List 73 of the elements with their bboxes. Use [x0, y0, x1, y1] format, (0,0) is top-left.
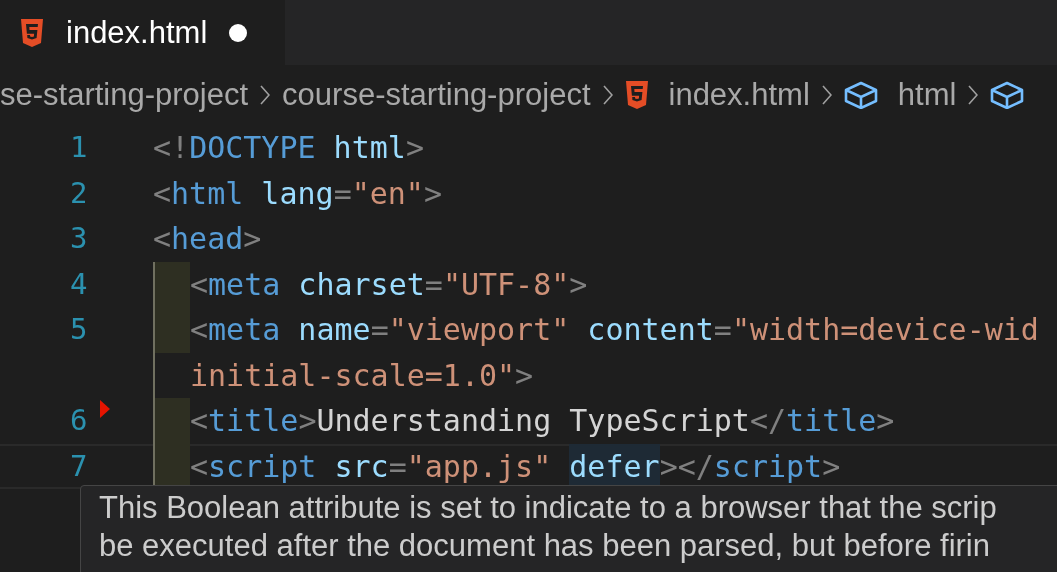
- code-punctuation: <: [190, 265, 209, 304]
- code-tag-name: title: [786, 402, 877, 440]
- indent-guide: [153, 261, 190, 307]
- code-attribute: content: [586, 311, 714, 349]
- code-attribute: charset: [297, 265, 425, 304]
- code-tag-name: title: [208, 402, 299, 440]
- code-punctuation: >: [423, 174, 442, 213]
- code-punctuation: >: [405, 129, 424, 167]
- line-number: 7: [70, 447, 88, 485]
- line-number: 1: [70, 129, 88, 166]
- code-string: "viewport": [388, 311, 570, 349]
- code-string: "UTF-8": [442, 265, 570, 304]
- code-attribute: lang: [260, 174, 334, 213]
- triangle-marker-icon[interactable]: [100, 400, 110, 418]
- code-string: "en": [351, 174, 424, 213]
- code-punctuation: =: [333, 174, 352, 213]
- indent-guide: [153, 398, 190, 444]
- code-punctuation: =: [370, 311, 389, 349]
- code-punctuation: >: [569, 265, 588, 304]
- code-tag-name: html: [171, 174, 244, 213]
- code-string: "width=device-wid: [731, 311, 1039, 349]
- code-punctuation: >: [298, 402, 317, 440]
- code-string: ": [533, 447, 553, 486]
- line-number: 6: [70, 402, 88, 439]
- code-punctuation: </: [749, 402, 787, 440]
- code-punctuation: <: [153, 174, 172, 213]
- code-text: Understanding TypeScript: [316, 402, 750, 440]
- code-tag-name: head: [171, 220, 244, 258]
- breadcrumb-item[interactable]: index.html: [668, 77, 810, 113]
- cube-icon[interactable]: [990, 81, 1025, 109]
- code-punctuation: =: [424, 265, 443, 304]
- breadcrumb-item[interactable]: html: [897, 77, 957, 113]
- cube-icon[interactable]: [843, 81, 878, 109]
- html5-icon: [20, 18, 44, 47]
- tooltip-text: be executed after the document has been parsed, but before firin: [99, 528, 991, 564]
- code-punctuation: >: [243, 220, 262, 258]
- line-number: 4: [70, 265, 88, 303]
- code-punctuation: <!: [153, 129, 190, 167]
- code-string: ": [406, 447, 425, 486]
- breadcrumb-item[interactable]: course-starting-project: [282, 77, 591, 113]
- code-attribute: src: [333, 447, 389, 486]
- code-tag-name: script: [713, 447, 823, 486]
- code-punctuation: =: [713, 311, 732, 349]
- code-tag-name: script: [208, 447, 317, 486]
- breadcrumb-item[interactable]: se-starting-project: [0, 77, 249, 113]
- code-punctuation: <: [153, 220, 172, 258]
- code-punctuation: <: [190, 311, 209, 349]
- code-punctuation: >: [515, 356, 534, 395]
- indent-guide: [153, 307, 190, 353]
- code-string: initial-scale=1.0": [190, 356, 516, 395]
- code-attribute: name: [297, 311, 371, 349]
- code-punctuation: <: [190, 447, 209, 486]
- editor-tab[interactable]: index.html: [0, 0, 286, 65]
- unsaved-dot-icon[interactable]: [229, 23, 248, 42]
- code-tag-name: DOCTYPE: [189, 129, 316, 167]
- chevron-icon: [821, 85, 832, 105]
- code-tag-name: meta: [208, 265, 281, 304]
- code-attribute: html: [332, 129, 406, 167]
- code-punctuation: ></: [659, 447, 714, 486]
- code-punctuation: >: [822, 447, 841, 486]
- line-number: 2: [70, 174, 88, 212]
- chevron-icon: [968, 85, 979, 105]
- code-punctuation: =: [388, 447, 407, 486]
- html5-icon: [624, 81, 649, 109]
- code-tag-name: meta: [208, 311, 281, 349]
- chevron-icon: [260, 85, 271, 105]
- code-punctuation: >: [876, 402, 895, 440]
- code-punctuation: <: [190, 402, 209, 440]
- chevron-icon: [602, 85, 613, 105]
- line-number: 3: [70, 220, 88, 257]
- code-string: app.js: [424, 447, 534, 486]
- line-number: 5: [70, 311, 88, 348]
- tooltip-text: This Boolean attribute is set to indicate to a browser that the scrip: [99, 490, 998, 526]
